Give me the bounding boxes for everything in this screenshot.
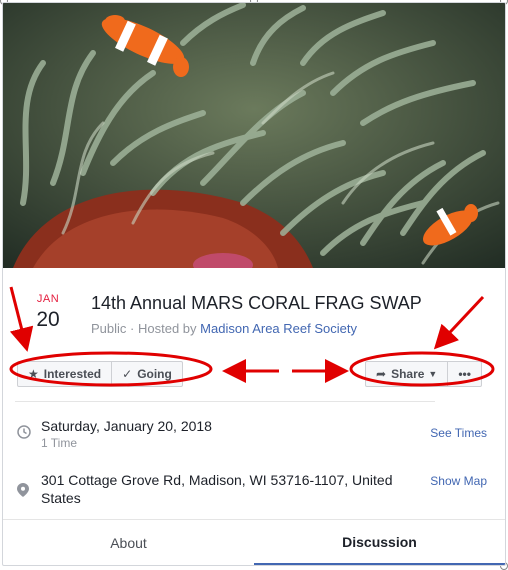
event-address: 301 Cottage Grove Rd, Madison, WI 53716-… bbox=[41, 472, 393, 506]
interested-label: Interested bbox=[43, 367, 102, 381]
share-label: Share bbox=[391, 367, 425, 381]
divider bbox=[15, 401, 435, 402]
see-times-link[interactable]: See Times bbox=[430, 426, 487, 440]
privacy-label: Public bbox=[91, 321, 127, 336]
star-icon: ★ bbox=[28, 367, 39, 381]
show-map-link[interactable]: Show Map bbox=[430, 474, 487, 488]
clock-icon bbox=[17, 425, 31, 442]
more-options-button[interactable]: ••• bbox=[447, 362, 481, 386]
date-badge: JAN 20 bbox=[29, 293, 67, 332]
tab-about[interactable]: About bbox=[3, 520, 254, 565]
cover-photo[interactable] bbox=[3, 3, 505, 268]
share-buttons: ➦ Share ▼ ••• bbox=[365, 361, 482, 387]
event-date: Saturday, January 20, 2018 bbox=[41, 418, 212, 434]
event-times-count: 1 Time bbox=[41, 436, 78, 450]
share-arrow-icon: ➦ bbox=[376, 367, 387, 381]
event-card: JAN 20 14th Annual MARS CORAL FRAG SWAP … bbox=[2, 2, 506, 566]
going-label: Going bbox=[137, 367, 172, 381]
date-row: Saturday, January 20, 2018 1 Time See Ti… bbox=[3, 417, 505, 457]
separator-dot: · bbox=[130, 321, 138, 336]
host-link[interactable]: Madison Area Reef Society bbox=[200, 321, 357, 336]
event-title: 14th Annual MARS CORAL FRAG SWAP bbox=[91, 293, 422, 313]
going-button[interactable]: ✓ Going bbox=[111, 362, 182, 386]
more-options-label: ••• bbox=[458, 367, 471, 381]
event-tabs: About Discussion bbox=[3, 519, 505, 565]
date-day: 20 bbox=[36, 308, 60, 331]
tab-discussion[interactable]: Discussion bbox=[254, 520, 505, 565]
hosted-by-label: Hosted by bbox=[138, 321, 197, 336]
map-pin-icon bbox=[17, 483, 29, 500]
share-button[interactable]: ➦ Share ▼ bbox=[366, 362, 447, 386]
check-icon: ✓ bbox=[122, 367, 133, 381]
caret-down-icon: ▼ bbox=[428, 369, 438, 379]
event-subtitle: Public · Hosted by Madison Area Reef Soc… bbox=[91, 321, 357, 336]
rsvp-buttons: ★ Interested ✓ Going bbox=[17, 361, 183, 387]
location-row: 301 Cottage Grove Rd, Madison, WI 53716-… bbox=[3, 471, 505, 511]
interested-button[interactable]: ★ Interested bbox=[18, 362, 111, 386]
date-month: JAN bbox=[36, 293, 60, 305]
